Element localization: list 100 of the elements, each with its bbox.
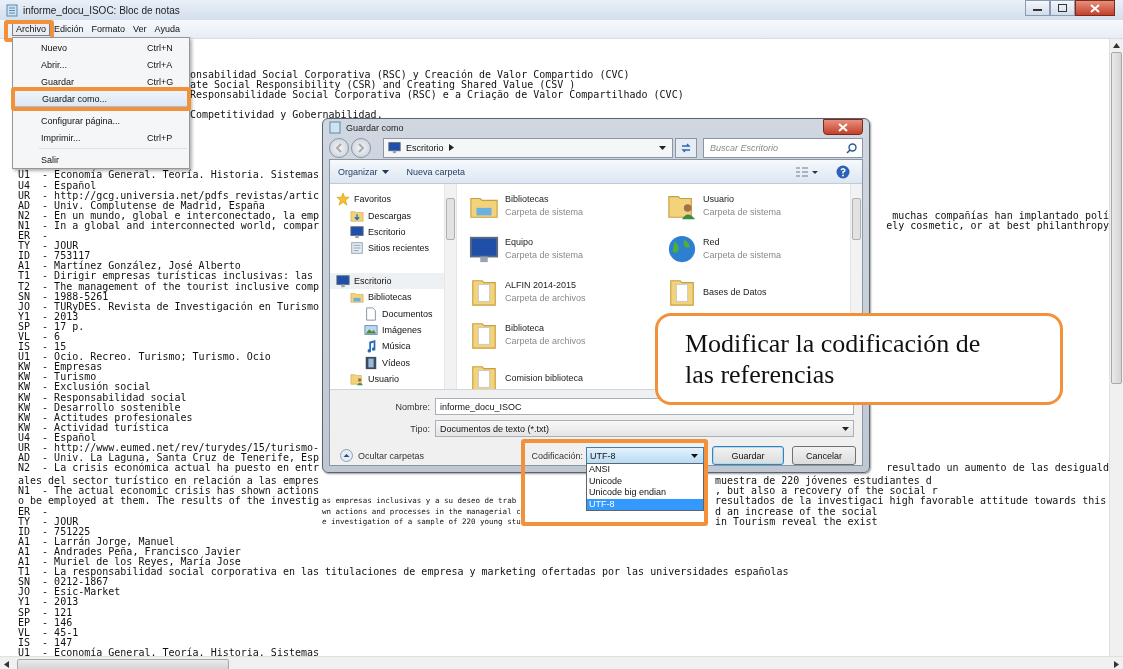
maximize-button[interactable] bbox=[1050, 0, 1075, 16]
menu-item[interactable]: Formato bbox=[87, 22, 130, 36]
file-item[interactable]: Equipo Carpeta de sistema bbox=[469, 227, 667, 270]
menu-item[interactable]: Guardar Ctrl+G bbox=[13, 73, 189, 90]
view-options-icon bbox=[796, 166, 818, 177]
text-line: SP - 17 p. bbox=[18, 321, 85, 332]
help-icon bbox=[836, 164, 850, 179]
dropdown-option[interactable]: ANSI bbox=[587, 464, 703, 476]
text-line: in Tourism reveal the exist bbox=[715, 516, 878, 527]
minimize-button[interactable] bbox=[1025, 0, 1050, 16]
file-type-dropdown[interactable]: Documentos de texto (*.txt) bbox=[435, 420, 854, 437]
text-line: T1 - La responsabilidad social corporativa en las titulaciones de empresa y marketing ofertadas por las universidades españolas bbox=[18, 567, 790, 578]
view-options-button[interactable] bbox=[796, 166, 818, 177]
dropdown-option[interactable]: Unicode big endian bbox=[587, 487, 703, 499]
text-line: ID - 751225 bbox=[18, 526, 92, 537]
text-line: AD - Univ. Complutense de Madrid, España bbox=[18, 200, 265, 211]
text-line: U4 - Español bbox=[18, 180, 97, 191]
dialog-button[interactable]: Cancelar bbox=[792, 446, 856, 465]
text-line: ID - 753117 bbox=[18, 251, 91, 262]
text-line: d an increase of the social bbox=[715, 506, 878, 517]
text-line: ate Social Responsibility (CSR) and Creating Shared Value (CSV ) bbox=[190, 80, 576, 91]
close-button[interactable] bbox=[823, 119, 863, 135]
text-line: Responsabilidade Social Corporativa (RSC) e a Criação de Valor Compartilhado (CVC) bbox=[190, 90, 685, 101]
caret-icon bbox=[691, 453, 698, 458]
text-line: SN - 1988-5261 bbox=[18, 291, 109, 302]
navigation-item[interactable]: Descargas bbox=[330, 207, 444, 224]
text-line: N2 - En un mundo, global e interconectado, la emp bbox=[18, 210, 320, 221]
text-line: N2 - La crisis económica actual ha puesto en entr bbox=[18, 463, 320, 474]
chevron-icon bbox=[448, 144, 454, 152]
text-line: T2 - The management of the tourist inclusive comp bbox=[18, 281, 320, 292]
navigation-item[interactable]: Escritorio bbox=[330, 223, 444, 241]
vertical-scrollbar[interactable] bbox=[1109, 39, 1123, 656]
notepad-icon bbox=[329, 121, 341, 135]
navigation-item[interactable]: Imágenes bbox=[330, 321, 444, 339]
library-folder-icon bbox=[350, 290, 364, 305]
file-item[interactable]: Bibliotecas Carpeta de sistema bbox=[469, 184, 667, 227]
text-line: ales del sector turístico en relación a las empres bbox=[18, 476, 320, 487]
user-folder-icon bbox=[350, 372, 364, 387]
text-line: U4 - Español bbox=[18, 432, 97, 443]
new-folder-button[interactable]: Nueva carpeta bbox=[406, 166, 466, 177]
text-line: KW - Exclusión social bbox=[18, 382, 151, 393]
search-field[interactable]: Buscar Escritorio bbox=[703, 137, 863, 158]
text-line: muestra de 220 jóvenes estudiantes d bbox=[715, 476, 932, 487]
menu-item[interactable]: Salir bbox=[13, 151, 189, 168]
dropdown-option[interactable]: Unicode bbox=[587, 475, 703, 487]
document-icon bbox=[364, 306, 378, 321]
text-line: IS - 147 bbox=[18, 637, 73, 648]
text-line: EP - 146 bbox=[18, 617, 74, 628]
text-line: A1 - Muriel de los Reyes, María Jose bbox=[18, 557, 241, 568]
text-line: AD - Univ. La Laguna, Santa Cruz de Tenerife, Esp bbox=[18, 453, 320, 464]
navigation-item[interactable]: Bibliotecas bbox=[330, 288, 444, 306]
dialog-button[interactable]: Guardar bbox=[712, 446, 784, 465]
text-line: ely cosmetic, or at best philanthropy bbox=[886, 220, 1109, 232]
close-button[interactable] bbox=[1075, 0, 1115, 16]
navigation-item[interactable]: Vídeos bbox=[330, 354, 444, 371]
caret-icon bbox=[381, 169, 389, 174]
menu-item[interactable]: Imprimir... Ctrl+P bbox=[13, 129, 189, 146]
menu-item[interactable]: Nuevo Ctrl+N bbox=[13, 39, 189, 56]
refresh-icon bbox=[680, 142, 692, 153]
text-line: onsabilidad Social Corporativa (RSC) y Creación de Valor Compartido (CVC) bbox=[190, 70, 631, 80]
field-label: Tipo: bbox=[409, 423, 430, 434]
refresh-button[interactable] bbox=[675, 137, 697, 158]
menu-item[interactable]: Edición bbox=[50, 22, 88, 36]
organize-button[interactable]: Organizar bbox=[338, 166, 389, 177]
menu-item[interactable]: Ver bbox=[129, 22, 151, 36]
navigation-item[interactable]: Documentos bbox=[330, 305, 444, 322]
notepad-icon bbox=[6, 3, 18, 17]
scrollbar[interactable] bbox=[444, 184, 456, 389]
star-icon bbox=[336, 192, 350, 207]
text-line: A1 - Larrán Jorge, Manuel bbox=[18, 536, 176, 547]
menu-item[interactable]: Ayuda bbox=[150, 22, 184, 36]
encoding-label: Codificación: bbox=[531, 450, 583, 461]
file-item[interactable]: ALFIN 2014-2015 Carpeta de archivos bbox=[469, 270, 667, 313]
text-line: SN - 0212-1867 bbox=[18, 577, 109, 588]
navigation-item[interactable]: Usuario bbox=[330, 370, 444, 388]
menu-item[interactable]: Configurar página... bbox=[13, 112, 189, 129]
file-item[interactable]: Bases de Datos bbox=[667, 270, 850, 313]
horizontal-scrollbar[interactable] bbox=[0, 656, 1123, 669]
help-button[interactable] bbox=[836, 164, 850, 179]
navigation-item[interactable]: Música bbox=[330, 338, 444, 355]
text-line: resultado un aumento de las desiguald bbox=[886, 463, 1109, 474]
text-line: KW - Actividad turística bbox=[18, 422, 169, 433]
text-line: , but also a recovery of the social r bbox=[715, 486, 938, 497]
navigation-item[interactable]: Favoritos bbox=[330, 191, 444, 208]
text-line: Competitividad y Gobernabilidad. bbox=[190, 110, 384, 121]
monitor-icon bbox=[336, 273, 350, 288]
text-line: JO - Esic-Market bbox=[18, 587, 122, 598]
close-icon bbox=[1090, 3, 1100, 13]
navigation-item[interactable]: Sitios recientes bbox=[330, 240, 444, 257]
address-bar[interactable]: Escritorio bbox=[383, 137, 673, 158]
text-line: Y1 - 2013 bbox=[18, 311, 79, 322]
menu-item[interactable]: Abrir... Ctrl+A bbox=[13, 56, 189, 73]
text-line: UR - http://gcg.universia.net/pdfs_revistas/artic bbox=[18, 190, 320, 201]
file-item[interactable]: Usuario Carpeta de sistema bbox=[667, 184, 850, 227]
navigation-item[interactable]: Escritorio bbox=[330, 272, 444, 289]
hide-folders-button[interactable]: Ocultar carpetas bbox=[340, 449, 425, 462]
text-line: VL - 45-1 bbox=[18, 627, 80, 638]
recent-places-icon bbox=[350, 241, 364, 256]
text-line: N1 - In a global and interconnected world, compar bbox=[18, 220, 320, 231]
file-item[interactable]: Red Carpeta de sistema bbox=[667, 227, 850, 270]
